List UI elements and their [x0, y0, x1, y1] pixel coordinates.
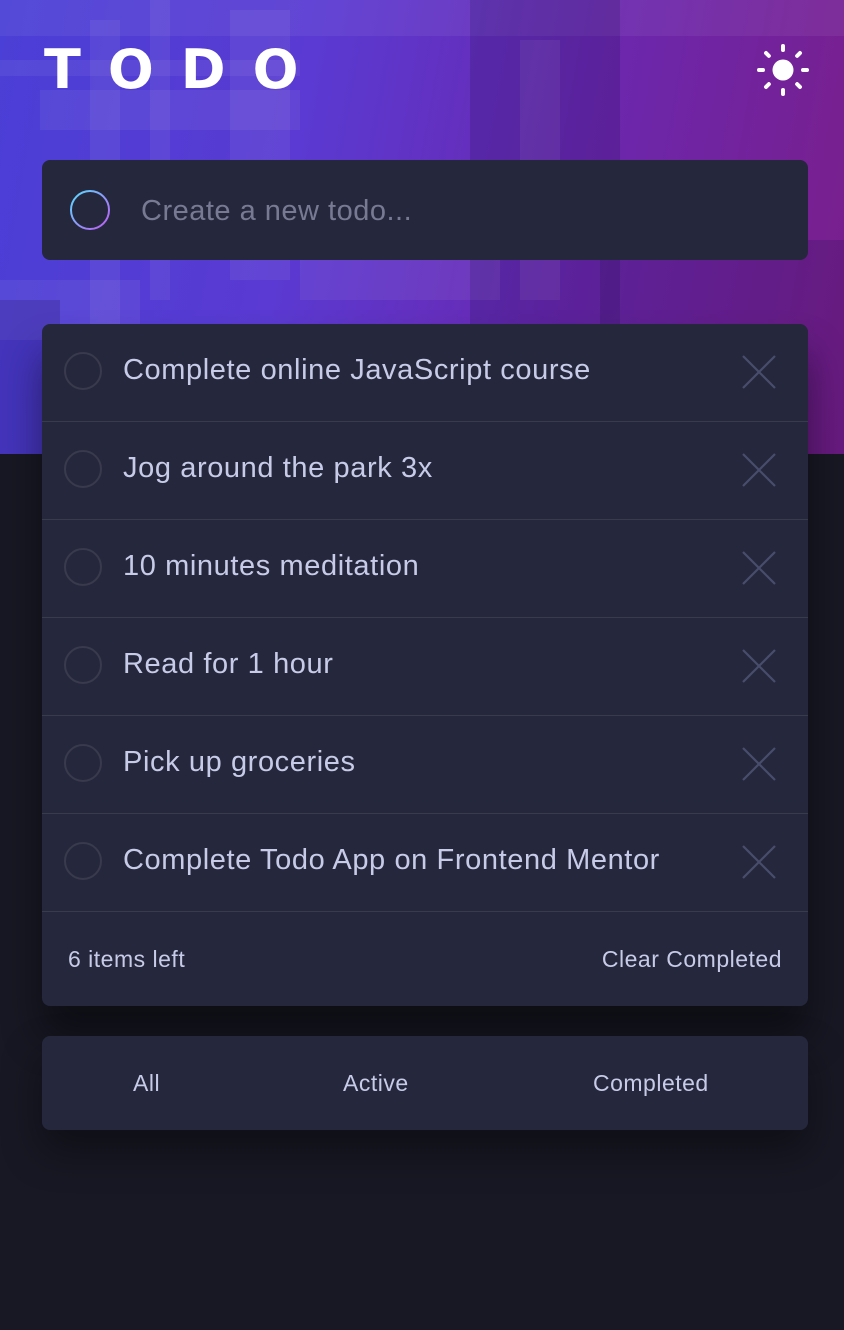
todo-checkbox[interactable]: [64, 842, 102, 880]
todo-checkbox[interactable]: [64, 548, 102, 586]
todo-checkbox[interactable]: [64, 352, 102, 390]
todo-item: 10 minutes meditation: [42, 520, 808, 618]
delete-cross-icon[interactable]: [742, 649, 776, 683]
todo-item: Complete Todo App on Frontend Mentor: [42, 814, 808, 912]
todo-item: Complete online JavaScript course: [42, 324, 808, 422]
delete-cross-icon[interactable]: [742, 845, 776, 879]
todo-checkbox[interactable]: [64, 646, 102, 684]
todo-text[interactable]: Read for 1 hour: [123, 644, 334, 684]
todo-text[interactable]: 10 minutes meditation: [123, 546, 419, 586]
header: TODO: [44, 40, 810, 100]
delete-cross-icon[interactable]: [742, 747, 776, 781]
items-left-count: 6 items left: [68, 946, 186, 972]
todo-text[interactable]: Complete Todo App on Frontend Mentor: [123, 840, 660, 880]
filter-active-button[interactable]: Active: [343, 1065, 409, 1101]
todo-checkbox[interactable]: [64, 450, 102, 488]
clear-completed-button[interactable]: Clear Completed: [602, 941, 782, 977]
todo-item: Read for 1 hour: [42, 618, 808, 716]
todo-text[interactable]: Complete online JavaScript course: [123, 350, 591, 390]
todo-item: Pick up groceries: [42, 716, 808, 814]
filter-all-button[interactable]: All: [133, 1065, 160, 1101]
todo-checkbox[interactable]: [64, 744, 102, 782]
todo-list-footer: 6 items left Clear Completed: [42, 912, 808, 1006]
app-title: TODO: [44, 38, 326, 101]
new-todo-form: [42, 160, 808, 260]
todo-list: Complete online JavaScript course Jog ar…: [42, 324, 808, 1006]
new-todo-check-circle-icon: [70, 190, 110, 230]
theme-toggle-button[interactable]: [756, 43, 810, 97]
delete-cross-icon[interactable]: [742, 453, 776, 487]
todo-item: Jog around the park 3x: [42, 422, 808, 520]
new-todo-input[interactable]: [139, 180, 763, 242]
filter-bar: All Active Completed: [42, 1036, 808, 1130]
filter-completed-button[interactable]: Completed: [593, 1065, 709, 1101]
todo-text[interactable]: Pick up groceries: [123, 742, 356, 782]
sun-icon: [757, 44, 809, 96]
delete-cross-icon[interactable]: [742, 355, 776, 389]
todo-text[interactable]: Jog around the park 3x: [123, 448, 433, 488]
delete-cross-icon[interactable]: [742, 551, 776, 585]
